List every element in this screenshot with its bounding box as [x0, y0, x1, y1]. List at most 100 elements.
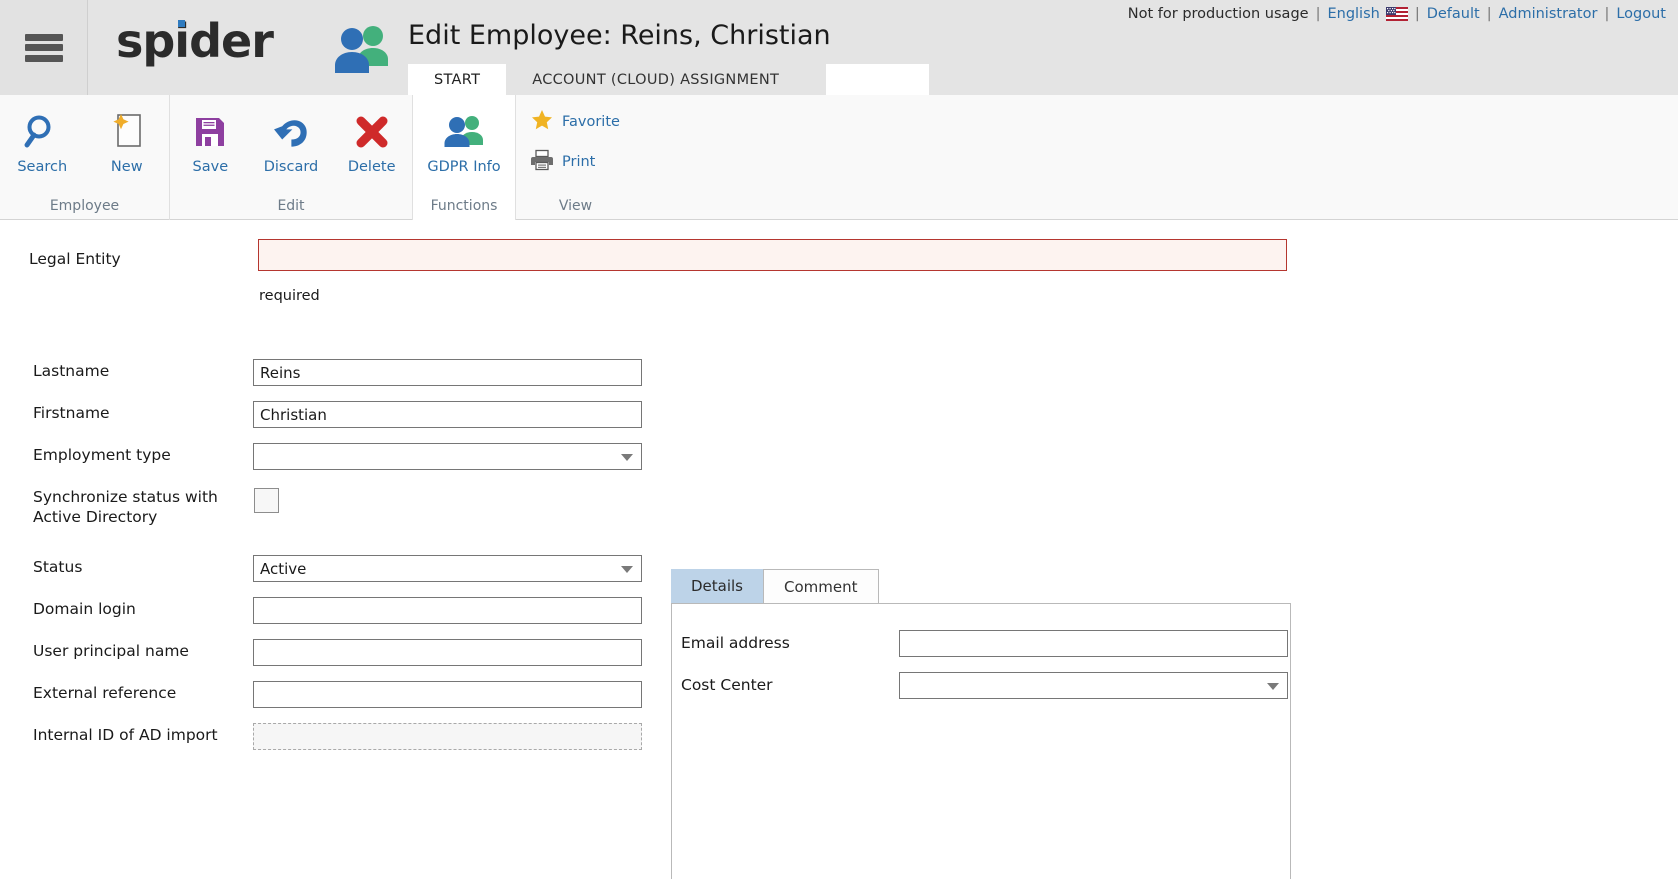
star-icon: [530, 108, 554, 136]
legal-entity-input[interactable]: [258, 239, 1287, 271]
external-reference-input[interactable]: [253, 681, 642, 708]
field-sync-status-ad: Synchronize status with Active Directory: [0, 476, 660, 546]
red-x-icon: [353, 107, 391, 157]
magnifier-icon: [22, 107, 62, 157]
people-icon: [335, 26, 388, 73]
domain-login-label: Domain login: [33, 600, 136, 618]
user-principal-name-label: User principal name: [33, 642, 189, 660]
status-select[interactable]: Active: [253, 555, 642, 582]
domain-login-input[interactable]: [253, 597, 642, 624]
ribbon-group-employee: Search New Employee: [0, 95, 170, 220]
search-button-label: Search: [17, 159, 68, 175]
cost-center-select[interactable]: [899, 672, 1288, 699]
us-flag-icon: [1385, 7, 1408, 21]
ribbon-group-employee-label: Employee: [49, 198, 120, 214]
logout-link[interactable]: Logout: [1616, 6, 1666, 22]
new-button[interactable]: New: [85, 103, 170, 189]
gdpr-info-button-label: GDPR Info: [427, 159, 501, 175]
field-external-reference: External reference: [0, 672, 660, 714]
field-cost-center: Cost Center: [672, 670, 1290, 712]
save-button-label: Save: [192, 159, 229, 175]
field-firstname: Firstname: [0, 392, 660, 434]
ribbon-group-functions-label: Functions: [430, 198, 498, 214]
details-panel-tabs: Details Comment: [671, 569, 879, 603]
topbar-links: Not for production usage | English | Def…: [1128, 6, 1666, 22]
favorite-button-label: Favorite: [562, 114, 620, 130]
legal-entity-label: Legal Entity: [29, 250, 121, 268]
production-notice: Not for production usage: [1127, 6, 1309, 22]
ribbon-group-functions: GDPR Info Functions: [413, 64, 929, 220]
field-status: Status Active: [0, 546, 660, 588]
delete-button-label: Delete: [347, 159, 396, 175]
new-button-label: New: [110, 159, 143, 175]
brand-logo[interactable]: spider: [116, 14, 274, 68]
email-address-label: Email address: [681, 634, 790, 652]
delete-button[interactable]: Delete: [331, 103, 412, 189]
field-email-address: Email address: [672, 628, 1290, 670]
ribbon-group-view: Favorite Print View: [516, 95, 635, 220]
details-panel: Details Comment Email address Cost Cente…: [671, 569, 1291, 879]
status-value: Active: [260, 559, 307, 578]
print-button[interactable]: Print: [516, 145, 635, 179]
tab-details[interactable]: Details: [671, 569, 764, 603]
new-document-icon: [107, 107, 147, 157]
chevron-down-icon: [621, 453, 633, 461]
separator: |: [1414, 6, 1420, 22]
internal-id-ad-import-value: [253, 723, 642, 750]
employment-type-label: Employment type: [33, 446, 171, 464]
user-principal-name-input[interactable]: [253, 639, 642, 666]
undo-arrow-icon: [271, 107, 311, 157]
user-link[interactable]: Administrator: [1499, 6, 1598, 22]
separator: |: [1315, 6, 1321, 22]
field-user-principal-name: User principal name: [0, 630, 660, 672]
language-link[interactable]: English: [1327, 6, 1379, 22]
details-panel-body: Email address Cost Center: [671, 603, 1291, 879]
tab-account-cloud-assignment[interactable]: ACCOUNT (CLOUD) ASSIGNMENT: [506, 64, 805, 95]
employee-fields: Lastname Firstname Employment type Synch…: [0, 350, 660, 756]
chevron-down-icon: [1267, 682, 1279, 690]
page-title: Edit Employee: Reins, Christian: [408, 20, 831, 51]
brand-accent-dot: [178, 20, 185, 27]
sync-status-ad-checkbox[interactable]: [254, 488, 279, 513]
menu-button[interactable]: [0, 0, 88, 95]
cost-center-label: Cost Center: [681, 676, 773, 694]
printer-icon: [530, 148, 554, 176]
tab-comment[interactable]: Comment: [763, 569, 879, 603]
search-button[interactable]: Search: [0, 103, 85, 189]
tab-start[interactable]: START: [408, 64, 507, 95]
lastname-input[interactable]: [253, 359, 642, 386]
ribbon-group-edit-label: Edit: [277, 198, 305, 214]
brand-name: spider: [116, 14, 274, 68]
internal-id-ad-import-label: Internal ID of AD import: [33, 726, 218, 744]
discard-button-label: Discard: [263, 159, 319, 175]
print-button-label: Print: [562, 154, 596, 170]
discard-button[interactable]: Discard: [251, 103, 332, 189]
gdpr-info-button[interactable]: GDPR Info: [413, 103, 515, 189]
external-reference-label: External reference: [33, 684, 177, 702]
save-button[interactable]: Save: [170, 103, 251, 189]
firstname-input[interactable]: [253, 401, 642, 428]
form-area: Legal Entity required Lastname Firstname…: [0, 220, 1678, 879]
field-internal-id-ad-import: Internal ID of AD import: [0, 714, 660, 756]
ribbon-group-view-label: View: [558, 198, 593, 214]
status-label: Status: [33, 558, 83, 576]
chevron-down-icon: [621, 565, 633, 573]
sync-status-ad-label: Synchronize status with Active Directory: [33, 488, 218, 526]
legal-entity-validation-message: required: [259, 288, 320, 304]
people-icon: [441, 107, 487, 157]
floppy-disk-icon: [191, 107, 229, 157]
ribbon-group-edit: Save Discard Delete Edit: [170, 95, 413, 220]
lastname-label: Lastname: [33, 362, 110, 380]
favorite-button[interactable]: Favorite: [516, 105, 635, 139]
theme-link[interactable]: Default: [1427, 6, 1480, 22]
application-window: spider Edit Employee: Reins, Christian N…: [0, 0, 1678, 879]
field-employment-type: Employment type: [0, 434, 660, 476]
hamburger-menu-icon: [24, 33, 63, 62]
employment-type-select[interactable]: [253, 443, 642, 470]
separator: |: [1486, 6, 1492, 22]
field-lastname: Lastname: [0, 350, 660, 392]
firstname-label: Firstname: [33, 404, 110, 422]
email-address-input[interactable]: [899, 630, 1288, 657]
field-domain-login: Domain login: [0, 588, 660, 630]
ribbon-toolbar: Search New Employee Save Discard Delete …: [0, 64, 1678, 220]
